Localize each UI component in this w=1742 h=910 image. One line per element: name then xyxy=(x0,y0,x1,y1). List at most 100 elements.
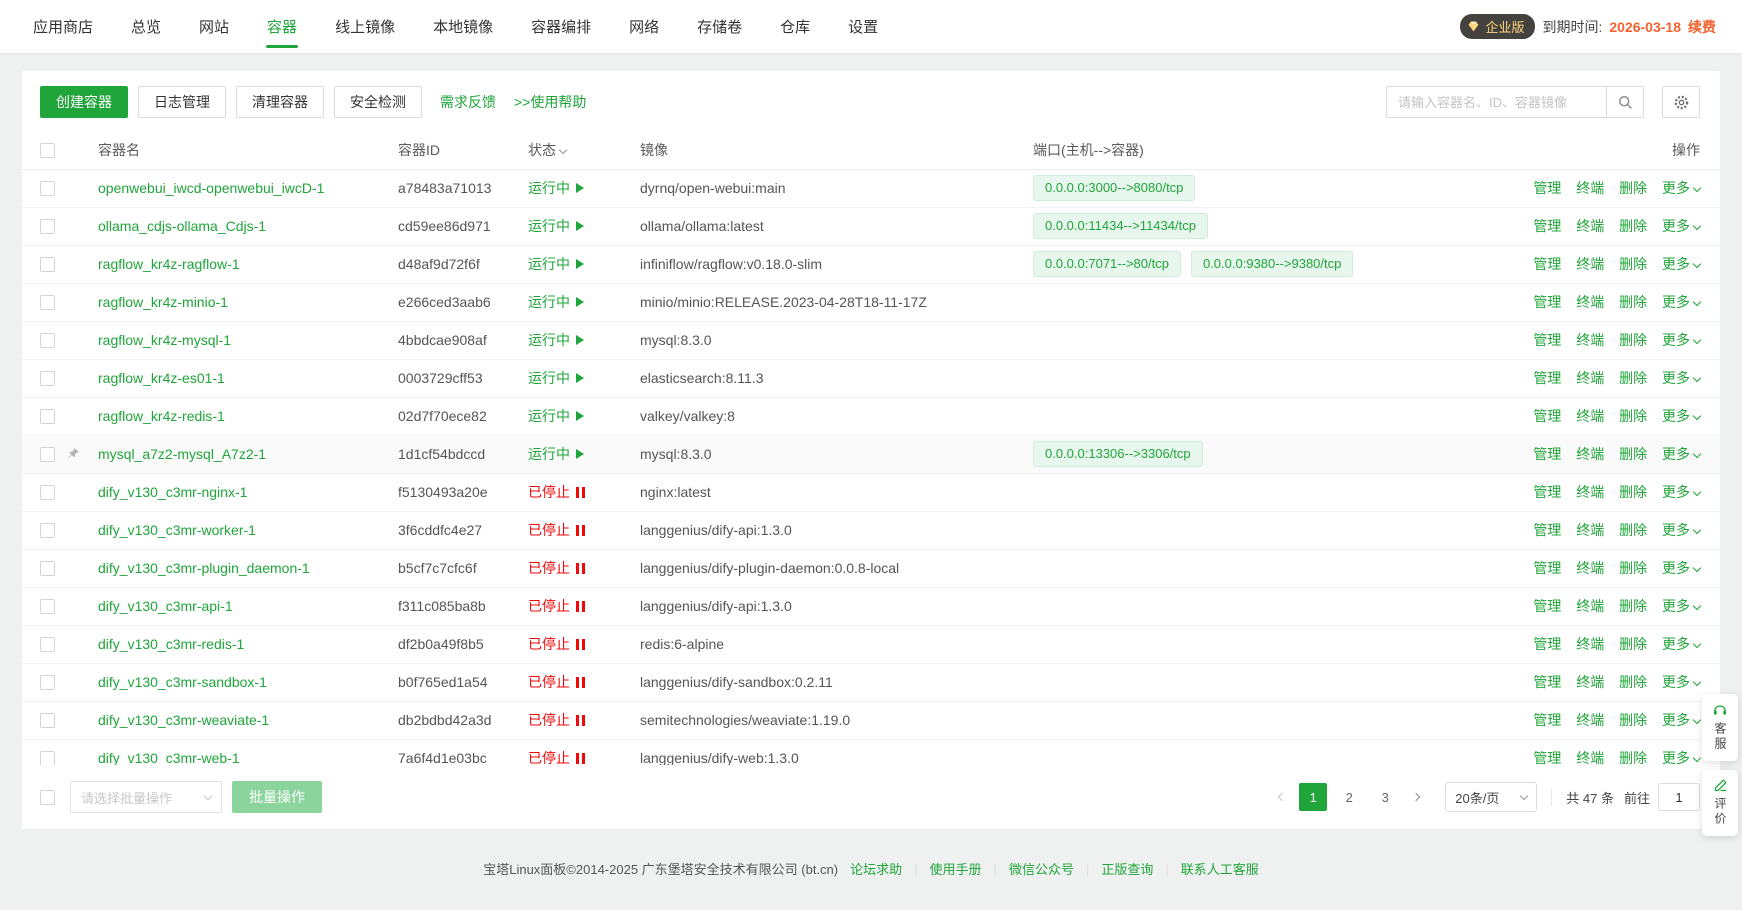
footer-link[interactable]: 正版查询 xyxy=(1101,859,1153,878)
action-manage[interactable]: 管理 xyxy=(1533,218,1561,234)
action-more[interactable]: 更多 xyxy=(1662,674,1700,690)
status-badge[interactable]: 已停止 xyxy=(528,672,585,692)
page-button[interactable]: 3 xyxy=(1371,783,1399,811)
action-manage[interactable]: 管理 xyxy=(1533,522,1561,538)
action-terminal[interactable]: 终端 xyxy=(1576,294,1604,310)
help-link[interactable]: >>使用帮助 xyxy=(514,92,586,112)
search-button[interactable] xyxy=(1606,86,1644,118)
footer-link[interactable]: 使用手册 xyxy=(930,859,982,878)
action-more[interactable]: 更多 xyxy=(1662,484,1700,500)
action-more[interactable]: 更多 xyxy=(1662,408,1700,424)
action-terminal[interactable]: 终端 xyxy=(1576,712,1604,728)
action-manage[interactable]: 管理 xyxy=(1533,712,1561,728)
enterprise-badge[interactable]: 企业版 xyxy=(1460,14,1535,39)
container-name-link[interactable]: openwebui_iwcd-openwebui_iwcD-1 xyxy=(98,180,324,196)
status-badge[interactable]: 运行中 xyxy=(528,292,584,312)
action-terminal[interactable]: 终端 xyxy=(1576,180,1604,196)
next-page-button[interactable] xyxy=(1403,783,1429,811)
action-more[interactable]: 更多 xyxy=(1662,218,1700,234)
action-delete[interactable]: 删除 xyxy=(1619,598,1647,614)
container-name-link[interactable]: dify_v130_c3mr-plugin_daemon-1 xyxy=(98,560,310,576)
action-manage[interactable]: 管理 xyxy=(1533,294,1561,310)
create-container-button[interactable]: 创建容器 xyxy=(40,86,128,118)
customer-service-button[interactable]: 客服 xyxy=(1702,694,1738,761)
action-manage[interactable]: 管理 xyxy=(1533,674,1561,690)
action-delete[interactable]: 删除 xyxy=(1619,750,1647,765)
action-manage[interactable]: 管理 xyxy=(1533,598,1561,614)
action-more[interactable]: 更多 xyxy=(1662,446,1700,462)
status-badge[interactable]: 已停止 xyxy=(528,520,585,540)
footer-link[interactable]: 微信公众号 xyxy=(1009,859,1074,878)
container-name-link[interactable]: mysql_a7z2-mysql_A7z2-1 xyxy=(98,446,266,462)
row-checkbox[interactable] xyxy=(40,181,55,196)
action-delete[interactable]: 删除 xyxy=(1619,636,1647,652)
row-checkbox[interactable] xyxy=(40,371,55,386)
status-badge[interactable]: 已停止 xyxy=(528,748,585,765)
action-more[interactable]: 更多 xyxy=(1662,560,1700,576)
row-checkbox[interactable] xyxy=(40,485,55,500)
status-badge[interactable]: 运行中 xyxy=(528,406,584,426)
container-name-link[interactable]: dify_v130_c3mr-worker-1 xyxy=(98,522,256,538)
clean-container-button[interactable]: 清理容器 xyxy=(236,86,324,118)
prev-page-button[interactable] xyxy=(1269,783,1295,811)
nav-tab[interactable]: 线上镜像 xyxy=(316,0,414,53)
action-more[interactable]: 更多 xyxy=(1662,332,1700,348)
container-name-link[interactable]: dify_v130_c3mr-sandbox-1 xyxy=(98,674,267,690)
action-terminal[interactable]: 终端 xyxy=(1576,636,1604,652)
nav-tab[interactable]: 总览 xyxy=(112,0,180,53)
row-checkbox[interactable] xyxy=(40,675,55,690)
action-manage[interactable]: 管理 xyxy=(1533,180,1561,196)
row-checkbox[interactable] xyxy=(40,447,55,462)
container-name-link[interactable]: ragflow_kr4z-minio-1 xyxy=(98,294,228,310)
container-name-link[interactable]: dify_v130_c3mr-web-1 xyxy=(98,750,240,765)
action-delete[interactable]: 删除 xyxy=(1619,180,1647,196)
action-more[interactable]: 更多 xyxy=(1662,370,1700,386)
container-name-link[interactable]: ragflow_kr4z-ragflow-1 xyxy=(98,256,240,272)
footer-link[interactable]: 联系人工客服 xyxy=(1181,859,1259,878)
status-badge[interactable]: 运行中 xyxy=(528,178,584,198)
status-badge[interactable]: 已停止 xyxy=(528,596,585,616)
action-more[interactable]: 更多 xyxy=(1662,750,1700,765)
action-manage[interactable]: 管理 xyxy=(1533,370,1561,386)
action-more[interactable]: 更多 xyxy=(1662,180,1700,196)
container-name-link[interactable]: ragflow_kr4z-redis-1 xyxy=(98,408,225,424)
security-check-button[interactable]: 安全检测 xyxy=(334,86,422,118)
batch-operation-select[interactable]: 请选择批量操作 xyxy=(70,781,222,813)
status-badge[interactable]: 运行中 xyxy=(528,444,584,464)
action-terminal[interactable]: 终端 xyxy=(1576,522,1604,538)
action-terminal[interactable]: 终端 xyxy=(1576,484,1604,500)
row-checkbox[interactable] xyxy=(40,409,55,424)
action-delete[interactable]: 删除 xyxy=(1619,370,1647,386)
status-badge[interactable]: 已停止 xyxy=(528,710,585,730)
action-terminal[interactable]: 终端 xyxy=(1576,218,1604,234)
action-terminal[interactable]: 终端 xyxy=(1576,560,1604,576)
action-more[interactable]: 更多 xyxy=(1662,294,1700,310)
action-terminal[interactable]: 终端 xyxy=(1576,750,1604,765)
row-checkbox[interactable] xyxy=(40,523,55,538)
review-button[interactable]: 评价 xyxy=(1702,770,1738,836)
action-delete[interactable]: 删除 xyxy=(1619,522,1647,538)
action-delete[interactable]: 删除 xyxy=(1619,674,1647,690)
container-name-link[interactable]: dify_v130_c3mr-redis-1 xyxy=(98,636,244,652)
status-badge[interactable]: 运行中 xyxy=(528,254,584,274)
action-more[interactable]: 更多 xyxy=(1662,598,1700,614)
log-management-button[interactable]: 日志管理 xyxy=(138,86,226,118)
row-checkbox[interactable] xyxy=(40,637,55,652)
nav-tab[interactable]: 存储卷 xyxy=(678,0,761,53)
action-more[interactable]: 更多 xyxy=(1662,712,1700,728)
action-manage[interactable]: 管理 xyxy=(1533,636,1561,652)
action-delete[interactable]: 删除 xyxy=(1619,332,1647,348)
row-checkbox[interactable] xyxy=(40,713,55,728)
action-terminal[interactable]: 终端 xyxy=(1576,332,1604,348)
action-manage[interactable]: 管理 xyxy=(1533,750,1561,765)
batch-select-all-checkbox[interactable] xyxy=(40,790,55,805)
action-terminal[interactable]: 终端 xyxy=(1576,370,1604,386)
action-more[interactable]: 更多 xyxy=(1662,636,1700,652)
nav-tab[interactable]: 网络 xyxy=(610,0,678,53)
footer-link[interactable]: 论坛求助 xyxy=(850,859,902,878)
action-terminal[interactable]: 终端 xyxy=(1576,256,1604,272)
action-manage[interactable]: 管理 xyxy=(1533,560,1561,576)
action-delete[interactable]: 删除 xyxy=(1619,446,1647,462)
container-name-link[interactable]: ollama_cdjs-ollama_Cdjs-1 xyxy=(98,218,266,234)
status-badge[interactable]: 已停止 xyxy=(528,634,585,654)
